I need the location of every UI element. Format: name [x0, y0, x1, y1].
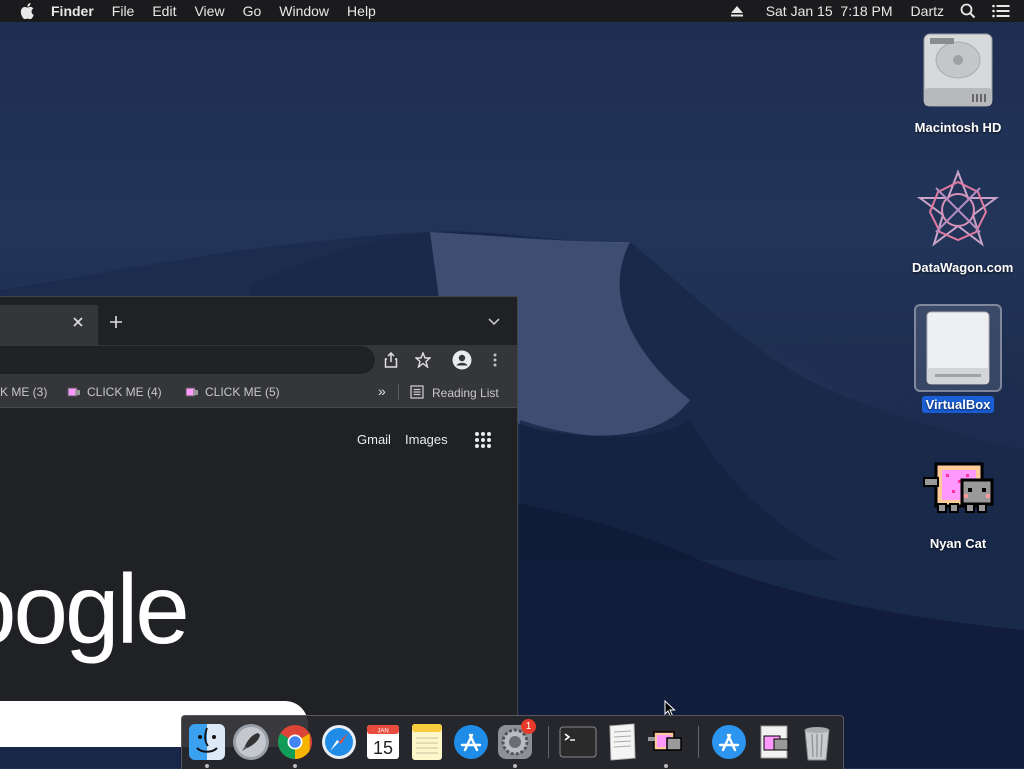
launchpad-rocket-icon[interactable] — [231, 722, 271, 762]
close-tab-icon[interactable] — [72, 316, 84, 328]
profile-avatar-icon[interactable] — [452, 350, 472, 370]
desktop-icon-macintosh-hd[interactable]: Macintosh HD — [908, 32, 1008, 136]
bookmarks-overflow-chevron[interactable]: » — [378, 383, 386, 399]
more-menu-icon[interactable] — [493, 353, 497, 367]
new-tab-icon[interactable] — [109, 315, 123, 329]
notes-icon[interactable] — [407, 722, 447, 762]
desktop-icon-label: DataWagon.com — [912, 260, 1014, 275]
safari-compass-icon[interactable] — [319, 722, 359, 762]
nyan-favicon-icon — [67, 387, 80, 397]
menu-go[interactable]: Go — [234, 0, 271, 22]
tab-strip — [0, 297, 517, 345]
google-logo: oogle — [0, 554, 190, 664]
finder-running-indicator — [205, 764, 209, 768]
bookmark-click-me-4[interactable]: CLICK ME (4) — [67, 385, 162, 399]
bookmark-label: CLICK ME (5) — [205, 385, 280, 399]
gmail-link[interactable]: Gmail — [357, 432, 391, 447]
dock-separator — [548, 726, 549, 758]
bookmark-click-me-3[interactable]: K ME (3) — [0, 385, 47, 399]
eject-icon[interactable] — [730, 5, 744, 17]
reading-list-label: Reading List — [432, 386, 499, 400]
desktop-icon-label: Nyan Cat — [929, 536, 987, 551]
terminal-icon[interactable] — [558, 722, 598, 762]
nyan-cat-running-indicator — [664, 764, 668, 768]
app-store-download-icon[interactable] — [709, 722, 749, 762]
desktop-icon-nyan-cat[interactable]: Nyan Cat — [908, 458, 1008, 552]
spotlight-search-icon[interactable] — [960, 3, 976, 19]
tab-search-chevron-icon[interactable] — [488, 318, 500, 326]
desktop-icon-virtualbox[interactable]: VirtualBox — [908, 304, 1008, 413]
chrome-icon[interactable] — [275, 722, 315, 762]
menu-view[interactable]: View — [185, 0, 233, 22]
apple-icon[interactable] — [20, 3, 34, 19]
reading-list-icon — [410, 385, 424, 399]
menu-file[interactable]: File — [103, 0, 144, 22]
app-store-icon[interactable] — [451, 722, 491, 762]
bookmarks-divider — [398, 384, 399, 400]
trash-icon[interactable] — [797, 722, 837, 762]
images-link[interactable]: Images — [405, 432, 448, 447]
datawagon-logo-icon — [916, 169, 1000, 247]
system-preferences-badge: 1 — [521, 719, 536, 734]
desktop-icon-label: VirtualBox — [921, 396, 995, 413]
external-drive-icon — [926, 311, 990, 385]
calendar-icon[interactable]: JAN 15 — [363, 722, 403, 762]
bookmark-star-icon[interactable] — [415, 352, 431, 368]
bookmark-label: CLICK ME (4) — [87, 385, 162, 399]
menu-window[interactable]: Window — [270, 0, 338, 22]
calendar-month: JAN — [377, 729, 388, 735]
calendar-day: 15 — [373, 738, 393, 758]
menu-app-finder[interactable]: Finder — [42, 0, 103, 22]
menubar-user[interactable]: Dartz — [911, 3, 944, 19]
dock: JAN 15 1 — [181, 715, 844, 769]
menu-bar: Finder File Edit View Go Window Help Sat… — [0, 0, 1024, 22]
menu-edit[interactable]: Edit — [143, 0, 185, 22]
share-icon[interactable] — [384, 352, 398, 368]
system-preferences-running-indicator — [513, 764, 517, 768]
nyan-cat-icon — [923, 462, 994, 513]
menubar-clock[interactable]: Sat Jan 15 7:18 PM — [766, 3, 893, 19]
finder-icon[interactable] — [187, 722, 227, 762]
downloads-nyan-stack-icon[interactable] — [755, 722, 795, 762]
desktop-icon-label: Macintosh HD — [914, 120, 1002, 135]
hard-drive-icon — [923, 33, 993, 107]
reading-list-button[interactable]: Reading List — [410, 385, 499, 400]
bookmark-click-me-5[interactable]: CLICK ME (5) — [185, 385, 280, 399]
menu-help[interactable]: Help — [338, 0, 385, 22]
nyan-favicon-icon — [185, 387, 198, 397]
dock-separator — [698, 726, 699, 758]
textedit-icon[interactable] — [602, 722, 642, 762]
nyan-cat-app-icon[interactable] — [646, 722, 686, 762]
bookmarks-bar: K ME (3) CLICK ME (4) CLICK ME (5) » Rea… — [0, 377, 517, 408]
chrome-running-indicator — [293, 764, 297, 768]
notification-center-icon[interactable] — [992, 4, 1010, 18]
google-apps-icon[interactable] — [474, 431, 492, 449]
desktop-icon-datawagon[interactable]: DataWagon.com — [908, 168, 1013, 276]
toolbar — [0, 345, 517, 381]
address-bar[interactable] — [0, 346, 375, 374]
